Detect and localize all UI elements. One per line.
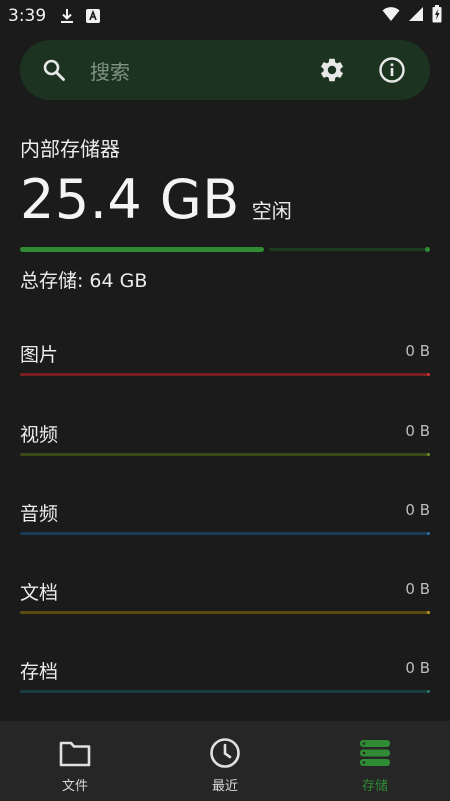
search-bar[interactable]: 搜索 bbox=[20, 40, 430, 100]
storage-free-track bbox=[269, 248, 428, 251]
clock-icon bbox=[209, 737, 241, 769]
nav-storage-label: 存储 bbox=[361, 779, 388, 794]
total-storage: 总存储: 64 GB bbox=[20, 266, 147, 293]
status-time: 3:39 bbox=[8, 6, 47, 26]
category-documents[interactable]: 文档 0 B bbox=[20, 578, 430, 618]
storage-free-value: 25.4 GB bbox=[20, 168, 240, 231]
nav-files-label: 文件 bbox=[61, 779, 88, 794]
category-bar bbox=[20, 611, 430, 614]
total-storage-label: 总存储: bbox=[20, 270, 84, 292]
nav-files[interactable]: 文件 bbox=[0, 721, 150, 801]
storage-free-label: 空闲 bbox=[251, 199, 292, 223]
category-images[interactable]: 图片 0 B bbox=[20, 340, 430, 380]
category-size: 0 B bbox=[405, 501, 430, 519]
nav-recent[interactable]: 最近 bbox=[150, 721, 300, 801]
storage-used-fill bbox=[20, 247, 264, 252]
category-size: 0 B bbox=[405, 580, 430, 598]
status-bar: 3:39 bbox=[0, 0, 450, 32]
category-size: 0 B bbox=[405, 342, 430, 360]
category-bar bbox=[20, 373, 430, 376]
category-bar-dot bbox=[427, 532, 430, 535]
category-size: 0 B bbox=[405, 659, 430, 677]
category-bar bbox=[20, 532, 430, 535]
category-name: 图片 bbox=[20, 344, 59, 366]
battery-icon bbox=[432, 5, 442, 27]
category-name: 视频 bbox=[20, 424, 59, 446]
category-bar-dot bbox=[427, 373, 430, 376]
category-name: 存档 bbox=[20, 661, 59, 683]
category-bar-dot bbox=[427, 453, 430, 456]
category-bar bbox=[20, 453, 430, 456]
category-bar-dot bbox=[427, 611, 430, 614]
nav-recent-label: 最近 bbox=[211, 779, 238, 794]
category-bar-dot bbox=[427, 690, 430, 693]
category-audio[interactable]: 音频 0 B bbox=[20, 499, 430, 539]
search-icon[interactable] bbox=[40, 56, 68, 84]
category-videos[interactable]: 视频 0 B bbox=[20, 420, 430, 460]
nav-storage[interactable]: 存储 bbox=[300, 721, 450, 801]
storage-progress-bar bbox=[20, 246, 430, 254]
settings-button[interactable] bbox=[314, 52, 350, 88]
search-input[interactable]: 搜索 bbox=[90, 56, 314, 85]
bottom-navigation: 文件 最近 存储 bbox=[0, 721, 450, 801]
signal-icon bbox=[408, 6, 424, 26]
storage-title: 内部存储器 bbox=[20, 137, 120, 161]
storage-icon bbox=[359, 737, 391, 769]
info-button[interactable] bbox=[374, 52, 410, 88]
category-size: 0 B bbox=[405, 422, 430, 440]
download-icon bbox=[60, 8, 74, 24]
category-name: 音频 bbox=[20, 503, 59, 525]
wifi-icon bbox=[382, 6, 400, 26]
storage-free: 25.4 GB 空闲 bbox=[20, 168, 292, 231]
gear-icon bbox=[321, 58, 343, 82]
folder-icon bbox=[59, 737, 91, 769]
category-bar bbox=[20, 690, 430, 693]
app-notification-icon bbox=[86, 9, 101, 23]
category-archives[interactable]: 存档 0 B bbox=[20, 657, 430, 697]
storage-bar-end-dot bbox=[425, 247, 430, 252]
category-name: 文档 bbox=[20, 582, 59, 604]
info-icon bbox=[379, 57, 405, 83]
total-storage-value: 64 GB bbox=[89, 270, 148, 292]
